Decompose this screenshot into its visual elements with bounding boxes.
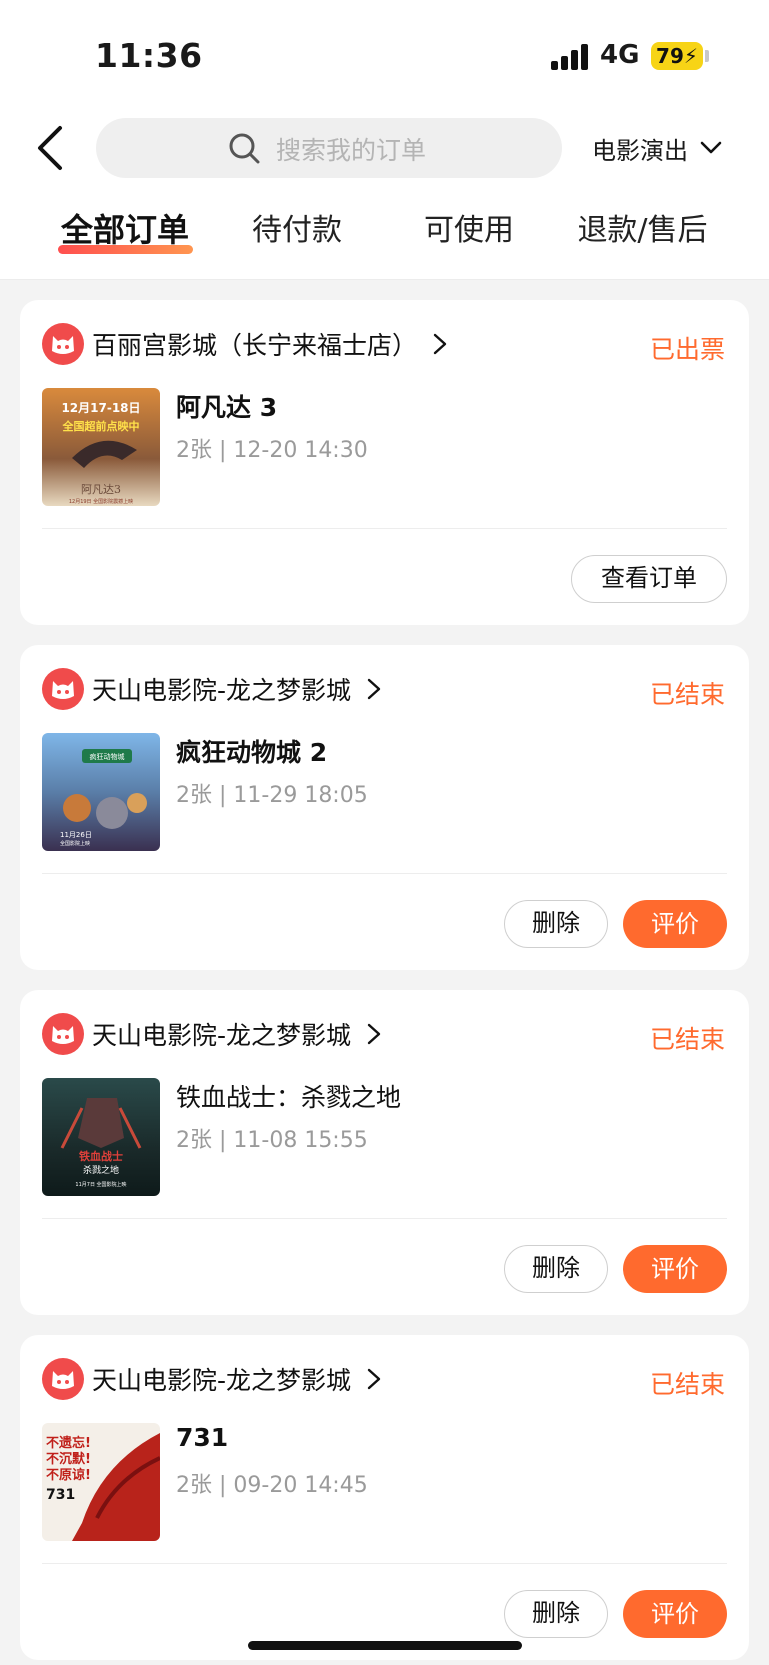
chevron-down-icon xyxy=(700,141,722,154)
poster-image: 12月17-18日 全国超前点映中 阿凡达3 12月19日 全国影院震撼上映 xyxy=(42,388,160,506)
cinema-link[interactable]: 天山电影院-龙之梦影城 xyxy=(42,1012,383,1056)
review-button[interactable]: 评价 xyxy=(623,1245,727,1293)
battery-icon: 79⚡ xyxy=(651,42,703,70)
back-button[interactable] xyxy=(30,120,74,176)
order-status: 已结束 xyxy=(649,1370,725,1399)
svg-text:阿凡达3: 阿凡达3 xyxy=(81,483,121,496)
movie-poster[interactable]: 不遗忘! 不沉默! 不原谅! 731 xyxy=(42,1423,160,1541)
ticket-info: 2张 | 11-29 18:05 xyxy=(176,783,368,808)
maoyan-cat-icon xyxy=(42,668,84,710)
delete-button[interactable]: 删除 xyxy=(504,1245,608,1293)
maoyan-cat-icon xyxy=(42,1013,84,1055)
order-card: 天山电影院-龙之梦影城 已结束 铁血战士 杀戮之地 11月7日 全国影院上映 铁… xyxy=(20,990,749,1315)
maoyan-cat-icon xyxy=(42,323,84,365)
movie-poster[interactable]: 12月17-18日 全国超前点映中 阿凡达3 12月19日 全国影院震撼上映 xyxy=(42,388,160,506)
tab-pending-payment[interactable]: 待付款 xyxy=(222,205,372,265)
battery-level: 79⚡ xyxy=(656,44,698,68)
tab-refund-aftersale[interactable]: 退款/售后 xyxy=(560,205,725,265)
category-dropdown[interactable]: 电影演出 xyxy=(592,128,724,168)
svg-text:疯狂动物城: 疯狂动物城 xyxy=(90,752,125,761)
order-card: 天山电影院-龙之梦影城 已结束 疯狂动物城 11月26日 全国影院上映 疯狂动物… xyxy=(20,645,749,970)
tab-usable[interactable]: 可使用 xyxy=(394,205,544,265)
status-bar: 11:36 4G 79⚡ xyxy=(0,0,769,110)
signal-icon xyxy=(551,44,591,70)
chevron-right-icon xyxy=(367,1368,381,1390)
svg-text:全国超前点映中: 全国超前点映中 xyxy=(62,419,140,433)
svg-text:12月19日 全国影院震撼上映: 12月19日 全国影院震撼上映 xyxy=(69,498,133,505)
divider xyxy=(42,528,727,529)
ticket-info: 2张 | 11-08 15:55 xyxy=(176,1128,368,1153)
svg-text:不遗忘!: 不遗忘! xyxy=(46,1435,91,1451)
chevron-right-icon xyxy=(433,333,447,355)
search-placeholder: 搜索我的订单 xyxy=(276,136,427,165)
battery-cap xyxy=(705,50,709,62)
movie-poster[interactable]: 疯狂动物城 11月26日 全国影院上映 xyxy=(42,733,160,851)
poster-image: 不遗忘! 不沉默! 不原谅! 731 xyxy=(42,1423,160,1541)
status-time: 11:36 xyxy=(95,36,203,75)
cinema-name: 天山电影院-龙之梦影城 xyxy=(92,1021,352,1050)
cinema-name: 百丽宫影城（长宁来福士店） xyxy=(92,331,418,360)
chevron-right-icon xyxy=(367,678,381,700)
view-order-button[interactable]: 查看订单 xyxy=(571,555,727,603)
review-button[interactable]: 评价 xyxy=(623,1590,727,1638)
svg-text:杀戮之地: 杀戮之地 xyxy=(83,1164,119,1176)
svg-text:11月7日 全国影院上映: 11月7日 全国影院上映 xyxy=(75,1181,126,1188)
category-label: 电影演出 xyxy=(592,136,688,165)
maoyan-cat-icon xyxy=(42,1358,84,1400)
review-button[interactable]: 评价 xyxy=(623,900,727,948)
movie-title: 铁血战士：杀戮之地 xyxy=(176,1083,402,1112)
cinema-link[interactable]: 天山电影院-龙之梦影城 xyxy=(42,1357,383,1401)
header: 11:36 4G 79⚡ 搜索我的订单 电影演出 全部订单 待付款 可使用 退款… xyxy=(0,0,769,280)
poster-image: 疯狂动物城 11月26日 全国影院上映 xyxy=(42,733,160,851)
delete-button[interactable]: 删除 xyxy=(504,1590,608,1638)
svg-text:731: 731 xyxy=(46,1487,75,1503)
movie-title: 阿凡达 3 xyxy=(176,393,278,422)
chevron-left-icon xyxy=(38,126,62,170)
home-indicator[interactable] xyxy=(248,1641,522,1650)
cinema-name: 天山电影院-龙之梦影城 xyxy=(92,676,352,705)
ticket-info: 2张 | 12-20 14:30 xyxy=(176,438,368,463)
cinema-name: 天山电影院-龙之梦影城 xyxy=(92,1366,352,1395)
order-card: 百丽宫影城（长宁来福士店） 已出票 12月17-18日 全国超前点映中 阿凡达3… xyxy=(20,300,749,625)
movie-poster[interactable]: 铁血战士 杀戮之地 11月7日 全国影院上映 xyxy=(42,1078,160,1196)
active-tab-indicator xyxy=(58,245,193,254)
movie-title: 疯狂动物城 2 xyxy=(176,738,328,767)
chevron-right-icon xyxy=(367,1023,381,1045)
orders-page: 11:36 4G 79⚡ 搜索我的订单 电影演出 全部订单 待付款 可使用 退款… xyxy=(0,0,769,1665)
ticket-info: 2张 | 09-20 14:45 xyxy=(176,1473,368,1498)
poster-image: 铁血战士 杀戮之地 11月7日 全国影院上映 xyxy=(42,1078,160,1196)
tab-all-orders[interactable]: 全部订单 xyxy=(40,205,210,265)
svg-text:铁血战士: 铁血战士 xyxy=(79,1149,123,1163)
divider xyxy=(42,1563,727,1564)
search-input[interactable]: 搜索我的订单 xyxy=(96,118,562,178)
network-type: 4G xyxy=(600,40,640,70)
divider xyxy=(42,873,727,874)
divider xyxy=(42,1218,727,1219)
order-card: 天山电影院-龙之梦影城 已结束 不遗忘! 不沉默! 不原谅! 731 731 2… xyxy=(20,1335,749,1660)
movie-title: 731 xyxy=(176,1423,229,1452)
order-status: 已结束 xyxy=(649,680,725,709)
svg-text:全国影院上映: 全国影院上映 xyxy=(60,840,90,847)
svg-text:12月17-18日: 12月17-18日 xyxy=(61,401,140,415)
cinema-link[interactable]: 天山电影院-龙之梦影城 xyxy=(42,667,383,711)
svg-text:11月26日: 11月26日 xyxy=(60,831,92,839)
order-tabs: 全部订单 待付款 可使用 退款/售后 xyxy=(0,205,769,265)
order-status: 已结束 xyxy=(649,1025,725,1054)
order-status: 已出票 xyxy=(649,335,725,364)
delete-button[interactable]: 删除 xyxy=(504,900,608,948)
cinema-link[interactable]: 百丽宫影城（长宁来福士店） xyxy=(42,322,449,366)
svg-text:不原谅!: 不原谅! xyxy=(46,1467,91,1483)
svg-text:不沉默!: 不沉默! xyxy=(46,1451,91,1467)
search-icon xyxy=(229,133,260,164)
